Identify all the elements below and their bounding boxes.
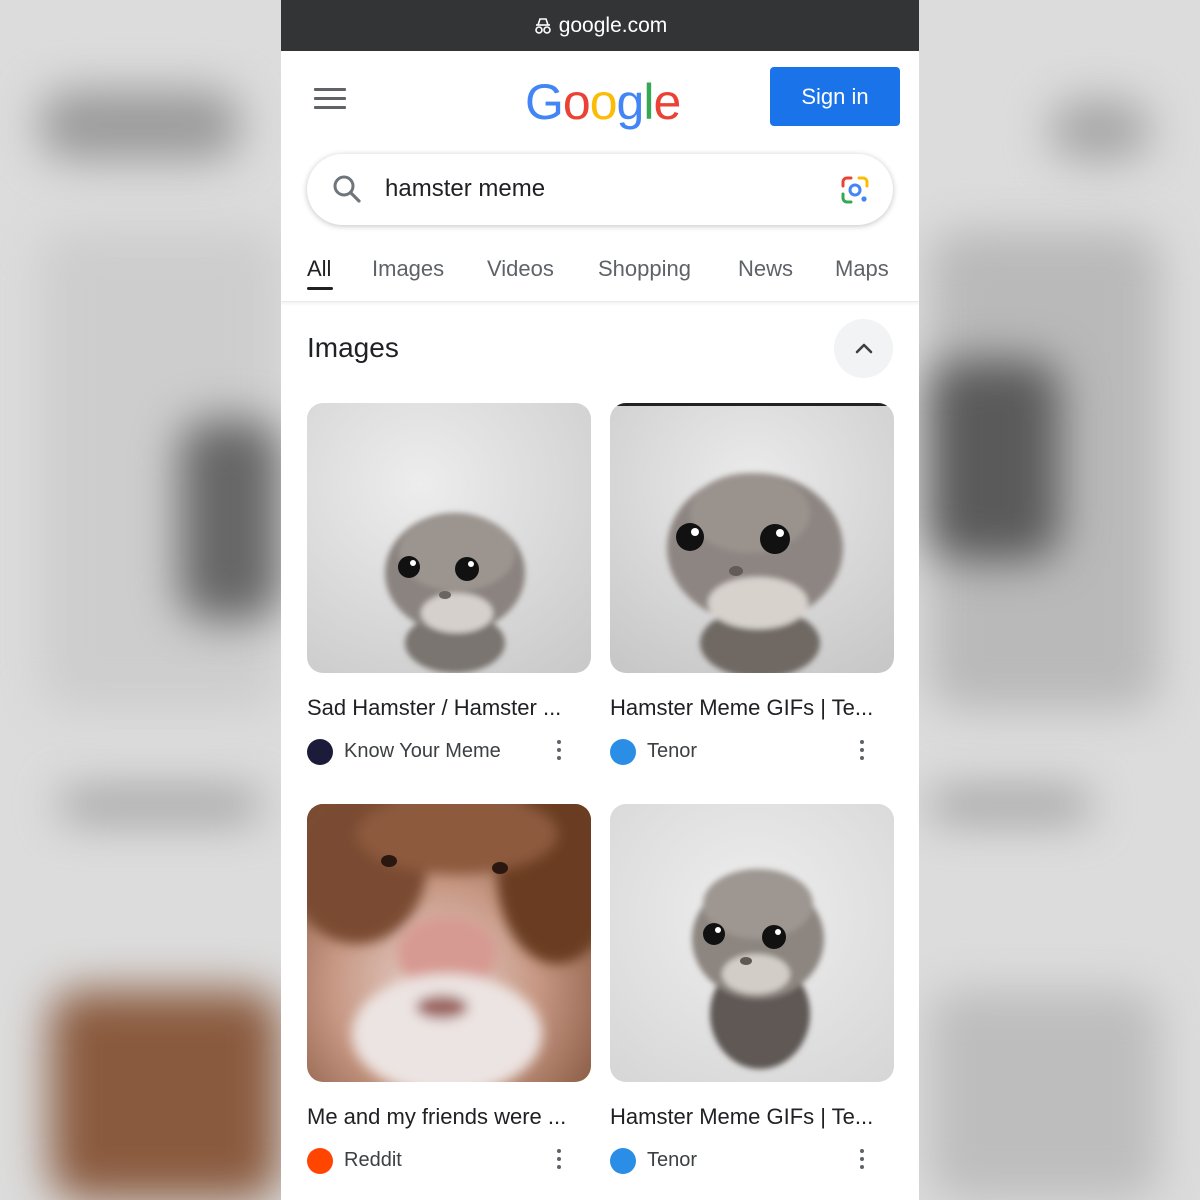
search-box[interactable] [307,154,893,225]
tab-news[interactable]: News [738,256,793,282]
more-options-icon[interactable] [856,1144,868,1174]
tab-videos[interactable]: Videos [487,256,554,282]
tab-maps[interactable]: Maps [835,256,889,282]
hamburger-menu-icon[interactable] [314,88,346,114]
browser-url-bar[interactable]: google.com [281,0,919,51]
google-header: Google Sign in [281,51,919,151]
more-options-icon[interactable] [553,1144,565,1174]
result-thumbnail[interactable] [610,403,894,673]
result-thumbnail[interactable] [610,804,894,1082]
images-section-title: Images [307,332,399,363]
hamster-photo [610,403,894,673]
result-source-row: Tenor [610,735,894,769]
search-icon [333,175,361,203]
tab-images[interactable]: Images [372,256,444,282]
result-title[interactable]: Hamster Meme GIFs | Te... [610,695,894,721]
image-result-card[interactable]: Me and my friends were ... Reddit [307,804,591,1178]
result-title[interactable]: Me and my friends were ... [307,1104,591,1130]
phone-screenshot: google.com Google Sign in All Images Vid… [281,0,919,1200]
knowyourmeme-icon [307,739,333,765]
url-text: google.com [558,13,668,37]
image-result-card[interactable]: Hamster Meme GIFs | Te... Tenor [610,804,894,1178]
collapse-section-button[interactable] [834,319,893,378]
chevron-up-icon [855,343,872,353]
google-logo[interactable]: Google [525,73,681,131]
tenor-icon [610,1148,636,1174]
hamster-closeup-photo [307,804,591,1082]
logo-letter: e [653,74,681,130]
result-thumbnail[interactable] [307,403,591,673]
logo-letter: l [643,74,654,130]
result-source-row: Tenor [610,1144,894,1178]
more-options-icon[interactable] [856,735,868,765]
result-title[interactable]: Sad Hamster / Hamster ... [307,695,591,721]
logo-letter: o [589,74,618,130]
result-source: Tenor [647,1149,698,1171]
search-input[interactable] [385,168,815,210]
logo-letter: o [562,74,591,130]
tab-shopping[interactable]: Shopping [598,256,691,282]
logo-letter: G [525,74,564,130]
result-source: Tenor [647,740,698,762]
more-options-icon[interactable] [553,735,565,765]
image-result-card[interactable]: Sad Hamster / Hamster ... Know Your Meme [307,403,591,769]
result-source-row: Reddit [307,1144,591,1178]
sign-in-button[interactable]: Sign in [770,67,900,126]
result-source: Know Your Meme [344,740,501,762]
result-thumbnail[interactable] [307,804,591,1082]
hamster-photo [610,804,894,1082]
logo-letter: g [616,74,645,130]
google-lens-icon[interactable] [839,174,871,206]
reddit-icon [307,1148,333,1174]
tenor-icon [610,739,636,765]
search-tabs: All Images Videos Shopping News Maps [281,250,919,302]
image-result-card[interactable]: Hamster Meme GIFs | Te... Tenor [610,403,894,769]
hamster-photo [307,403,591,673]
privacy-mask-icon [534,17,551,34]
tab-all[interactable]: All [307,256,331,282]
result-source-row: Know Your Meme [307,735,591,769]
active-tab-indicator [307,287,333,290]
result-source: Reddit [344,1149,402,1171]
result-title[interactable]: Hamster Meme GIFs | Te... [610,1104,894,1130]
